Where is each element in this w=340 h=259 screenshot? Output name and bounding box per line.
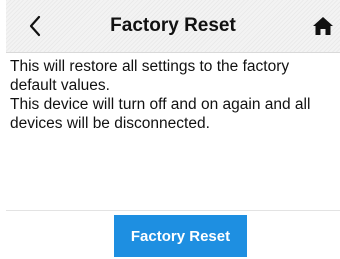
header-bar: Factory Reset (6, 0, 340, 53)
chevron-left-icon (29, 15, 41, 37)
message-line-disconnect: This device will turn off and on again a… (10, 96, 311, 132)
page-title: Factory Reset (110, 15, 236, 36)
back-button[interactable] (12, 0, 58, 52)
factory-reset-button[interactable]: Factory Reset (114, 215, 247, 257)
home-icon (313, 17, 333, 35)
message-panel: This will restore all settings to the fa… (6, 53, 340, 210)
message-line-restore: This will restore all settings to the fa… (10, 58, 290, 94)
home-button[interactable] (312, 0, 340, 52)
reset-warning-text: This will restore all settings to the fa… (6, 53, 340, 133)
footer-bar: Factory Reset (6, 210, 340, 259)
